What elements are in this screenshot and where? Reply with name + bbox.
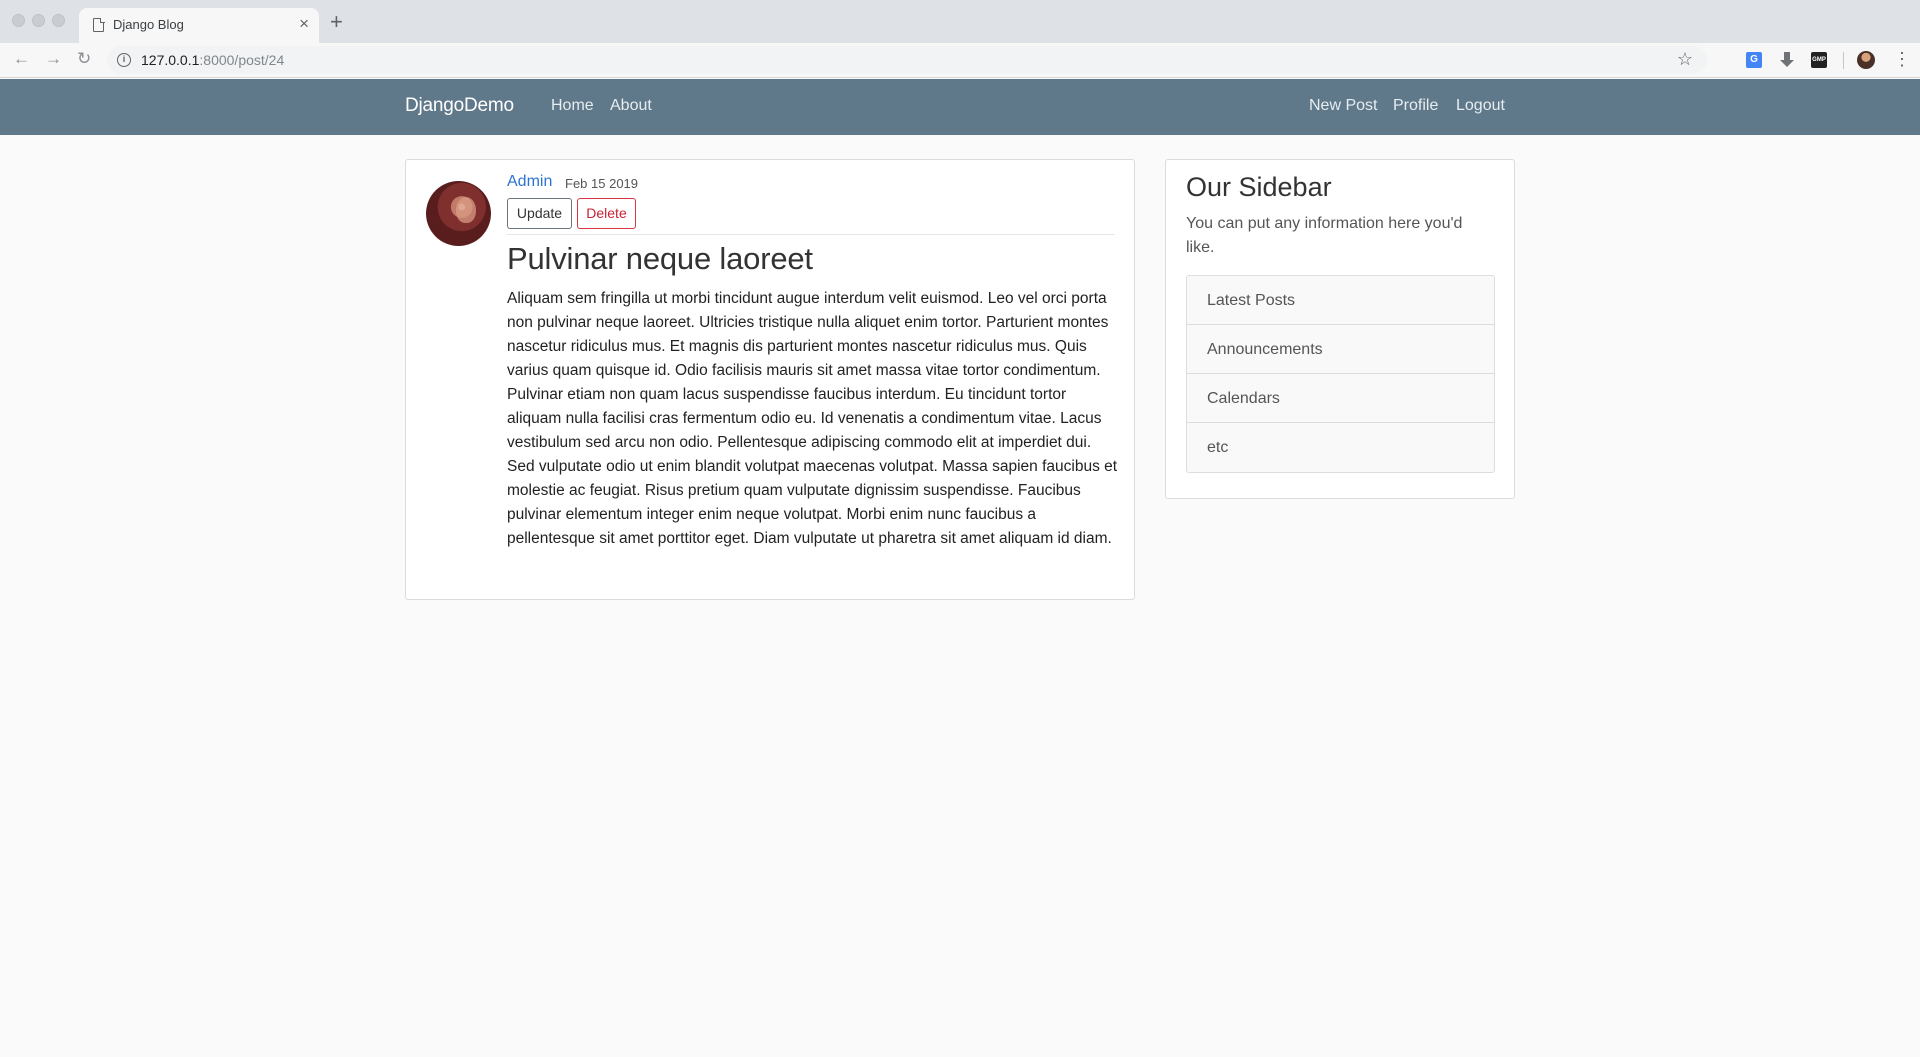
tab-title: Django Blog <box>113 17 184 32</box>
toolbar-divider <box>1843 52 1844 69</box>
translate-extension-icon[interactable]: G <box>1746 52 1762 68</box>
url-host: 127.0.0.1 <box>141 52 200 68</box>
window-minimize-dot[interactable] <box>32 14 45 27</box>
nav-link-home[interactable]: Home <box>551 97 594 115</box>
close-icon[interactable]: × <box>299 14 309 34</box>
nav-link-about[interactable]: About <box>610 97 652 115</box>
delete-button[interactable]: Delete <box>577 198 636 229</box>
url-text[interactable]: 127.0.0.1:8000/post/24 <box>141 52 284 68</box>
address-bar[interactable]: i 127.0.0.1:8000/post/24 ☆ <box>107 46 1707 74</box>
sidebar-item-latest-posts[interactable]: Latest Posts <box>1187 276 1494 325</box>
post-title: Pulvinar neque laoreet <box>507 241 813 276</box>
nav-link-logout[interactable]: Logout <box>1456 97 1505 115</box>
sidebar-list: Latest Posts Announcements Calendars etc <box>1186 275 1495 473</box>
post-card: Admin Feb 15 2019 Update Delete Pulvinar… <box>405 159 1135 600</box>
browser-tab-strip: Django Blog × + <box>0 0 1920 43</box>
document-icon <box>93 17 105 32</box>
bookmark-star-icon[interactable]: ☆ <box>1677 49 1693 70</box>
gmp-extension-icon[interactable]: GMP <box>1811 52 1827 68</box>
new-tab-plus-icon[interactable]: + <box>330 11 343 33</box>
nav-link-new-post[interactable]: New Post <box>1309 97 1377 115</box>
site-navbar: DjangoDemo Home About New Post Profile L… <box>0 79 1920 135</box>
back-arrow-icon[interactable]: ← <box>13 49 30 69</box>
post-content: Aliquam sem fringilla ut morbi tincidunt… <box>507 290 1118 547</box>
sidebar-item-etc[interactable]: etc <box>1187 423 1494 472</box>
sidebar: Our Sidebar You can put any information … <box>1165 159 1515 499</box>
author-link[interactable]: Admin <box>507 173 552 191</box>
post-date: Feb 15 2019 <box>565 176 639 191</box>
nav-link-profile[interactable]: Profile <box>1393 97 1438 115</box>
author-avatar <box>426 181 491 246</box>
sidebar-item-calendars[interactable]: Calendars <box>1187 374 1494 423</box>
window-close-dot[interactable] <box>12 14 25 27</box>
update-button[interactable]: Update <box>507 198 572 229</box>
download-extension-icon[interactable] <box>1779 52 1795 68</box>
sidebar-title: Our Sidebar <box>1186 172 1332 202</box>
browser-profile-avatar[interactable] <box>1857 51 1875 69</box>
more-menu-icon[interactable]: ⋮ <box>1893 49 1911 69</box>
forward-arrow-icon[interactable]: → <box>45 49 62 69</box>
sidebar-item-announcements[interactable]: Announcements <box>1187 325 1494 374</box>
sidebar-description: You can put any information here you'd l… <box>1186 215 1463 256</box>
url-path: :8000/post/24 <box>199 52 285 68</box>
brand-link[interactable]: DjangoDemo <box>405 95 514 117</box>
browser-toolbar: ← → ↻ i 127.0.0.1:8000/post/24 ☆ G GMP ⋮ <box>0 43 1920 78</box>
info-icon[interactable]: i <box>117 53 131 67</box>
window-maximize-dot[interactable] <box>52 14 65 27</box>
metadata-divider <box>507 234 1115 235</box>
reload-icon[interactable]: ↻ <box>77 49 91 69</box>
browser-tab[interactable]: Django Blog × <box>79 8 319 43</box>
